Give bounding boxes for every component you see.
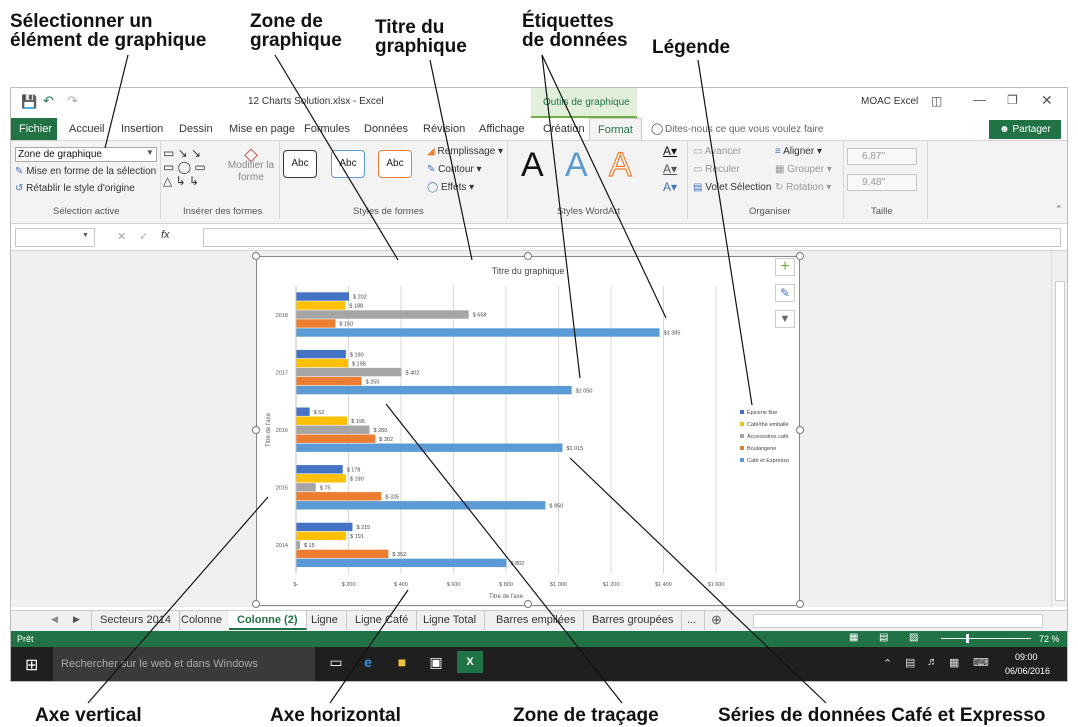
leader-data-labels-1	[541, 54, 581, 379]
leader-plot-area	[385, 403, 623, 704]
callout-leaders	[87, 54, 827, 704]
leader-series	[569, 457, 827, 704]
leader-vertical-axis	[87, 496, 269, 704]
leader-chart-title	[429, 59, 473, 261]
leader-chart-area	[274, 54, 399, 261]
leader-select-element	[104, 54, 129, 149]
leader-data-labels-2	[541, 54, 667, 319]
leader-legend	[697, 59, 753, 406]
leader-horizontal-axis	[329, 589, 409, 704]
